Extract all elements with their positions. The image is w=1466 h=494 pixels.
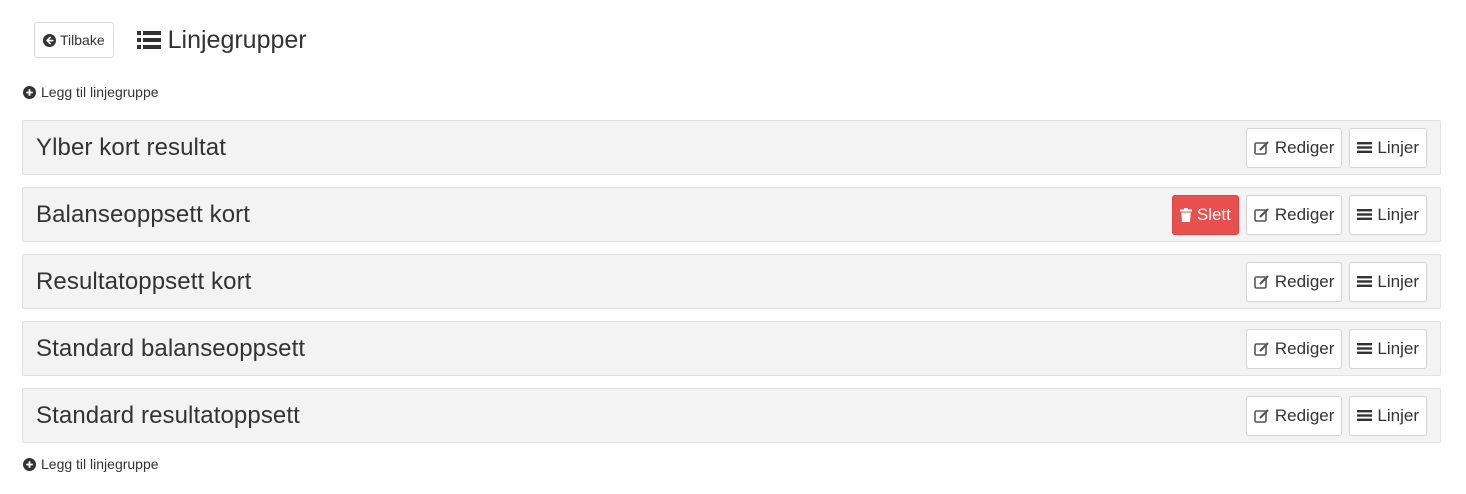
row-actions: Slett Rediger Linjer bbox=[1165, 194, 1427, 235]
bars-icon bbox=[1357, 409, 1373, 422]
edit-button-label: Rediger bbox=[1274, 271, 1335, 291]
group-name: Standard resultatoppsett bbox=[36, 401, 300, 429]
group-name: Ylber kort resultat bbox=[36, 133, 226, 161]
group-list: Ylber kort resultat Rediger Linjer Balan… bbox=[22, 120, 1441, 455]
lines-button[interactable]: Linjer bbox=[1349, 194, 1427, 235]
group-name: Standard balanseoppsett bbox=[36, 334, 306, 362]
add-group-link-top[interactable]: Legg til linjegruppe bbox=[23, 84, 159, 100]
lines-button[interactable]: Linjer bbox=[1349, 127, 1427, 168]
row-actions: Rediger Linjer bbox=[1239, 328, 1427, 369]
group-row: Resultatoppsett kort Rediger Linjer bbox=[22, 254, 1441, 309]
circle-arrow-left-icon bbox=[43, 33, 56, 47]
page-title: Linjegrupper bbox=[136, 25, 307, 55]
lines-button[interactable]: Linjer bbox=[1349, 395, 1427, 436]
group-row: Standard resultatoppsett Rediger Linjer bbox=[22, 388, 1441, 443]
edit-icon bbox=[1254, 140, 1270, 155]
lines-button-label: Linjer bbox=[1377, 137, 1419, 157]
page-header: Tilbake Linjegrupper bbox=[34, 22, 307, 58]
lines-button-label: Linjer bbox=[1377, 338, 1419, 358]
add-group-label: Legg til linjegruppe bbox=[41, 84, 159, 100]
lines-button-label: Linjer bbox=[1377, 271, 1419, 291]
lines-button[interactable]: Linjer bbox=[1349, 261, 1427, 302]
edit-icon bbox=[1254, 207, 1270, 222]
group-row: Ylber kort resultat Rediger Linjer bbox=[22, 120, 1441, 175]
edit-icon bbox=[1254, 341, 1270, 356]
edit-button[interactable]: Rediger bbox=[1245, 194, 1343, 235]
edit-button-label: Rediger bbox=[1274, 204, 1335, 224]
bars-icon bbox=[1357, 141, 1373, 154]
back-button[interactable]: Tilbake bbox=[34, 22, 114, 58]
edit-button-label: Rediger bbox=[1274, 137, 1335, 157]
edit-button-label: Rediger bbox=[1274, 338, 1335, 358]
edit-button[interactable]: Rediger bbox=[1245, 261, 1343, 302]
trash-icon bbox=[1179, 207, 1192, 222]
plus-circle-icon bbox=[23, 457, 36, 471]
edit-icon bbox=[1254, 274, 1270, 289]
add-group-link-bottom[interactable]: Legg til linjegruppe bbox=[23, 456, 159, 472]
back-button-label: Tilbake bbox=[60, 32, 105, 48]
list-icon bbox=[136, 30, 161, 50]
lines-button-label: Linjer bbox=[1377, 405, 1419, 425]
lines-button-label: Linjer bbox=[1377, 204, 1419, 224]
lines-button[interactable]: Linjer bbox=[1349, 328, 1427, 369]
page-title-text: Linjegrupper bbox=[167, 25, 307, 54]
group-name: Balanseoppsett kort bbox=[36, 200, 251, 228]
group-name: Resultatoppsett kort bbox=[36, 267, 252, 295]
plus-circle-icon bbox=[23, 85, 36, 99]
edit-button[interactable]: Rediger bbox=[1245, 127, 1343, 168]
edit-icon bbox=[1254, 408, 1270, 423]
edit-button-label: Rediger bbox=[1274, 405, 1335, 425]
row-actions: Rediger Linjer bbox=[1239, 261, 1427, 302]
group-row: Balanseoppsett kort Slett Rediger Linjer bbox=[22, 187, 1441, 242]
add-group-label: Legg til linjegruppe bbox=[41, 456, 159, 472]
delete-button-label: Slett bbox=[1196, 204, 1231, 224]
edit-button[interactable]: Rediger bbox=[1245, 395, 1343, 436]
row-actions: Rediger Linjer bbox=[1239, 395, 1427, 436]
bars-icon bbox=[1357, 275, 1373, 288]
group-row: Standard balanseoppsett Rediger Linjer bbox=[22, 321, 1441, 376]
edit-button[interactable]: Rediger bbox=[1245, 328, 1343, 369]
bars-icon bbox=[1357, 208, 1373, 221]
row-actions: Rediger Linjer bbox=[1239, 127, 1427, 168]
delete-button[interactable]: Slett bbox=[1171, 194, 1239, 235]
bars-icon bbox=[1357, 342, 1373, 355]
